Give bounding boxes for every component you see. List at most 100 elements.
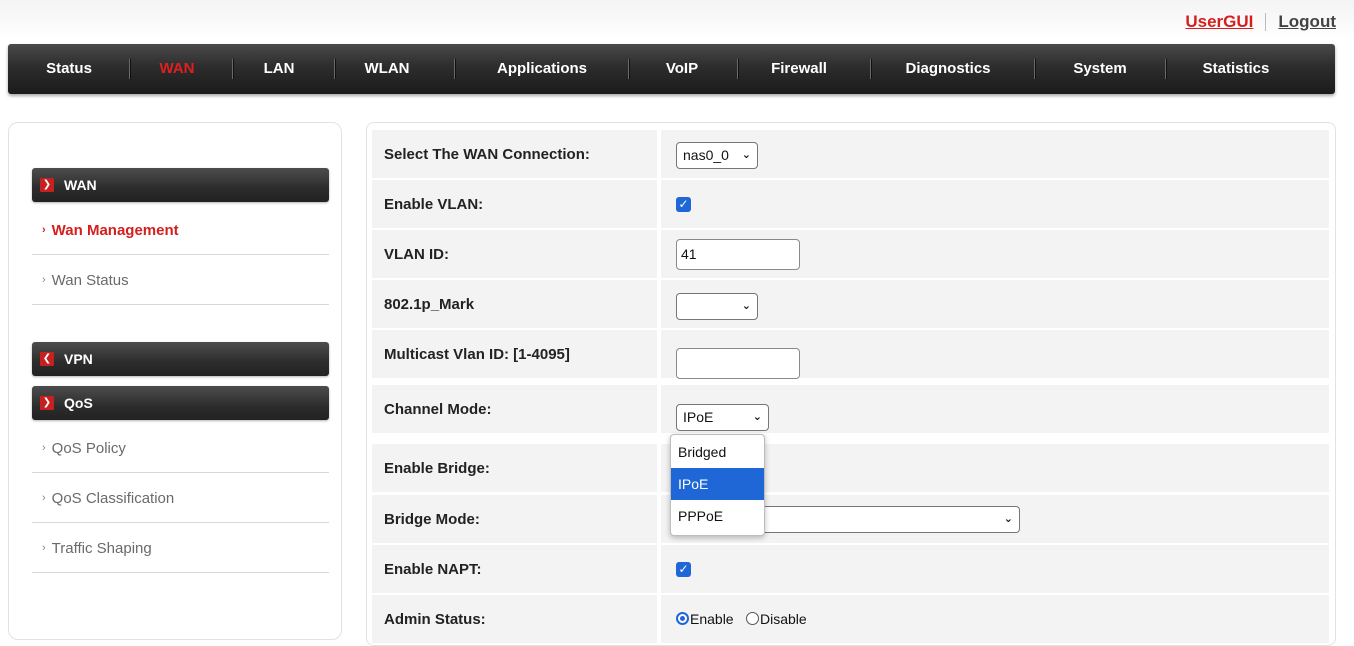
sidebar-item-traffic-shaping[interactable]: › Traffic Shaping	[32, 524, 329, 573]
field-label: 802.1p_Mark	[372, 280, 657, 328]
nav-wlan[interactable]: WLAN	[365, 44, 410, 94]
8021p-mark-select[interactable]: ⌄	[676, 293, 758, 320]
field-value-cell: ✓	[661, 545, 1329, 593]
chevron-right-icon: ›	[42, 492, 46, 504]
row-multicast-vlan: Multicast Vlan ID: [1-4095]	[372, 330, 1334, 379]
chevron-right-icon: ›	[42, 274, 46, 286]
admin-status-disable-radio[interactable]	[746, 612, 759, 625]
radio-label: Enable	[690, 611, 734, 627]
chevron-right-icon: ›	[42, 542, 46, 554]
vlan-id-input[interactable]: 41	[676, 239, 800, 270]
field-value-cell: nas0_0 ⌄	[661, 130, 1329, 178]
field-label: VLAN ID:	[372, 230, 657, 278]
admin-status-enable-radio[interactable]	[676, 612, 689, 625]
nav-lan[interactable]: LAN	[264, 44, 295, 94]
link-separator	[1265, 13, 1267, 31]
field-value-cell: IPoE ⌄	[661, 385, 1329, 433]
chevron-right-icon: ❯	[40, 178, 54, 192]
wan-config-panel: Select The WAN Connection: nas0_0 ⌄ Enab…	[366, 122, 1336, 646]
field-value-cell: Enable Disable	[661, 595, 1329, 643]
nav-divider	[232, 59, 233, 79]
nav-divider	[737, 59, 738, 79]
sidebar-item-qos-policy[interactable]: › QoS Policy	[32, 424, 329, 473]
channel-mode-select[interactable]: IPoE ⌄	[676, 404, 769, 431]
sidebar-item-label: Wan Management	[51, 221, 179, 239]
row-channel-mode: Channel Mode: IPoE ⌄	[372, 385, 1334, 433]
field-value-cell: 41	[661, 230, 1329, 278]
row-enable-vlan: Enable VLAN: ✓	[372, 180, 1334, 228]
sidebar: ❯ WAN › Wan Management › Wan Status ❮ VP…	[8, 122, 342, 640]
nav-firewall[interactable]: Firewall	[771, 44, 827, 94]
main-nav: Status WAN LAN WLAN Applications VoIP Fi…	[8, 44, 1335, 94]
option-bridged[interactable]: Bridged	[671, 436, 764, 468]
row-vlan-id: VLAN ID: 41	[372, 230, 1334, 278]
sidebar-item-wan-status[interactable]: › Wan Status	[32, 256, 329, 305]
sidebar-header-wan[interactable]: ❯ WAN	[32, 168, 329, 202]
field-label: Admin Status:	[372, 595, 657, 643]
field-label: Enable VLAN:	[372, 180, 657, 228]
wan-connection-select[interactable]: nas0_0 ⌄	[676, 142, 758, 169]
nav-voip[interactable]: VoIP	[666, 44, 698, 94]
sidebar-header-label: WAN	[64, 177, 97, 193]
field-label: Enable NAPT:	[372, 545, 657, 593]
field-value-cell	[661, 330, 1329, 379]
nav-divider	[129, 59, 130, 79]
nav-diagnostics[interactable]: Diagnostics	[905, 44, 990, 94]
top-banner	[0, 0, 1354, 40]
multicast-vlan-input[interactable]	[676, 348, 800, 379]
sidebar-item-label: Wan Status	[51, 271, 129, 289]
nav-divider	[454, 59, 455, 79]
nav-divider	[870, 59, 871, 79]
channel-mode-dropdown: Bridged IPoE PPPoE	[670, 434, 765, 536]
chevron-right-icon: ›	[42, 442, 46, 454]
enable-napt-checkbox[interactable]: ✓	[676, 562, 691, 577]
nav-applications[interactable]: Applications	[497, 44, 587, 94]
nav-divider	[1165, 59, 1166, 79]
option-pppoe[interactable]: PPPoE	[671, 500, 764, 532]
row-wan-connection: Select The WAN Connection: nas0_0 ⌄	[372, 130, 1334, 178]
sidebar-header-vpn[interactable]: ❮ VPN	[32, 342, 329, 376]
nav-divider	[1034, 59, 1035, 79]
sidebar-item-wan-management[interactable]: › Wan Management	[32, 206, 329, 255]
chevron-down-icon: ⌄	[741, 149, 751, 161]
top-links: UserGUI Logout	[1185, 12, 1336, 32]
select-value: nas0_0	[683, 147, 729, 163]
sidebar-item-label: QoS Classification	[51, 489, 175, 507]
sidebar-item-label: Traffic Shaping	[51, 539, 152, 557]
nav-statistics[interactable]: Statistics	[1203, 44, 1270, 94]
nav-wan[interactable]: WAN	[160, 44, 195, 94]
chevron-down-icon: ⌄	[752, 411, 762, 423]
sidebar-item-qos-classification[interactable]: › QoS Classification	[32, 474, 329, 523]
chevron-down-icon: ⌄	[1003, 513, 1013, 525]
chevron-right-icon: ❯	[40, 396, 54, 410]
field-label: Multicast Vlan ID: [1-4095]	[372, 330, 657, 378]
field-label: Select The WAN Connection:	[372, 130, 657, 178]
field-value-cell: ✓	[661, 180, 1329, 228]
row-admin-status: Admin Status: Enable Disable	[372, 595, 1334, 643]
field-label: Bridge Mode:	[372, 495, 657, 543]
logout-link[interactable]: Logout	[1278, 12, 1336, 32]
sidebar-header-qos[interactable]: ❯ QoS	[32, 386, 329, 420]
chevron-down-icon: ⌄	[741, 300, 751, 312]
select-value: IPoE	[683, 409, 714, 425]
nav-divider	[628, 59, 629, 79]
field-label: Channel Mode:	[372, 385, 657, 433]
sidebar-item-label: QoS Policy	[51, 439, 126, 457]
nav-status[interactable]: Status	[46, 44, 92, 94]
row-bridge-mode: Bridge Mode: ⌄	[372, 495, 1334, 543]
row-8021p-mark: 802.1p_Mark ⌄	[372, 280, 1334, 328]
nav-system[interactable]: System	[1073, 44, 1126, 94]
option-ipoe[interactable]: IPoE	[671, 468, 764, 500]
enable-vlan-checkbox[interactable]: ✓	[676, 197, 691, 212]
sidebar-header-label: QoS	[64, 395, 93, 411]
field-label: Enable Bridge:	[372, 444, 657, 492]
row-enable-napt: Enable NAPT: ✓	[372, 545, 1334, 593]
chevron-down-icon: ❮	[40, 352, 54, 366]
row-enable-bridge: Enable Bridge:	[372, 444, 1334, 492]
field-value-cell: ⌄	[661, 280, 1329, 328]
sidebar-header-label: VPN	[64, 351, 93, 367]
radio-label: Disable	[760, 611, 807, 627]
nav-divider	[334, 59, 335, 79]
usergui-link[interactable]: UserGUI	[1185, 12, 1253, 32]
chevron-right-icon: ›	[42, 224, 46, 236]
